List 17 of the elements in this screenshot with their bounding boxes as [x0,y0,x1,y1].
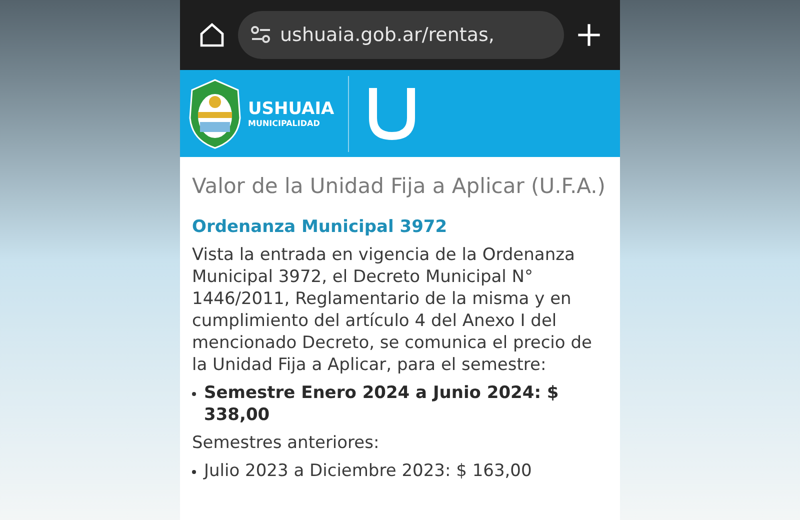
bullet-icon [192,392,196,396]
coat-of-arms-icon [188,78,242,150]
bullet-icon [192,470,196,474]
new-tab-icon[interactable] [576,22,602,48]
brand-subtitle: MUNICIPALIDAD [248,118,321,128]
url-text: ushuaia.gob.ar/rentas, [280,22,494,48]
list-item: Julio 2023 a Diciembre 2023: $ 163,00 [204,460,532,482]
section-heading: Ordenanza Municipal 3972 [192,216,448,238]
previous-label: Semestres anteriores: [192,432,380,454]
page-title: Valor de la Unidad Fija a Aplicar (U.F.A.) [192,173,606,200]
brand-name: USHUAIA [248,98,334,118]
home-icon[interactable] [198,21,226,49]
paragraph: Vista la entrada en vigencia de la Ordenanza Municipal 3972, el Decreto Municipal N° 1446/2011, Reglamentario de la misma y en cumplimiento del artículo 4 del Anexo I del mencionado Decreto, se comunica el precio de la Unidad Fija a Aplicar, para el semestre: [192,244,593,376]
address-bar[interactable]: ushuaia.gob.ar/rentas, [238,11,564,59]
tune-icon[interactable] [250,25,272,45]
u-logo-icon [367,86,418,142]
list-item: Semestre Enero 2024 a Junio 2024: $ 338,00 [204,382,560,426]
